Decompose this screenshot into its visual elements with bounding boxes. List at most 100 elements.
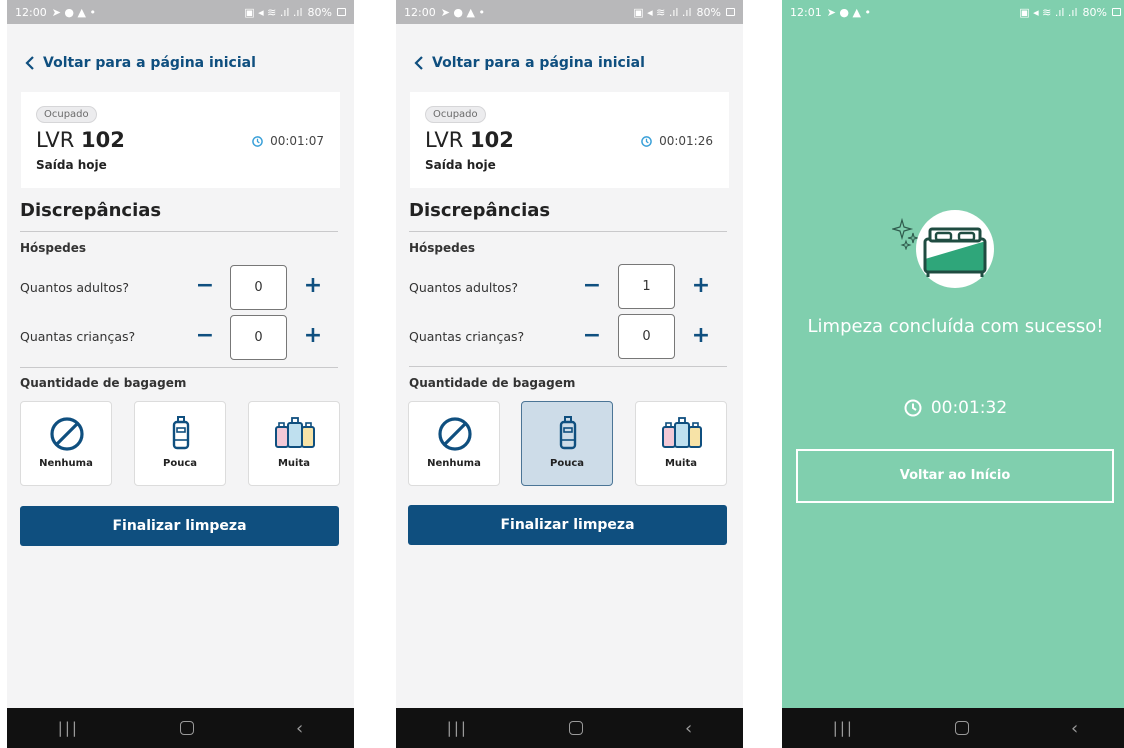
- system-back-button[interactable]: ‹: [1071, 718, 1078, 739]
- status-bar: 12:01 ➤ ● ▲ • ▣ ◂ ≋ .ıl .ıl 80%: [782, 0, 1124, 24]
- recent-apps-button[interactable]: |||: [58, 719, 79, 737]
- multiple-suitcases-icon: [662, 417, 702, 448]
- notification-icons: ➤ ● ▲ •: [440, 5, 485, 19]
- luggage-label: Quantidade de bagagem: [20, 376, 187, 390]
- timer-value: 00:01:26: [659, 134, 713, 148]
- notification-icons: ➤ ● ▲ •: [51, 5, 96, 19]
- room-card: Ocupado LVR 102 Saída hoje 00:01:07: [21, 92, 340, 188]
- prohibited-icon: [438, 417, 472, 451]
- battery-icon: [1112, 8, 1121, 16]
- adults-stepper-value[interactable]: 0: [230, 265, 287, 310]
- children-stepper-value[interactable]: 0: [230, 315, 287, 360]
- android-nav-bar: ||| ‹: [7, 708, 354, 748]
- timer: 00:01:26: [641, 134, 713, 148]
- notification-icons: ➤ ● ▲ •: [826, 5, 871, 19]
- divider: [409, 231, 727, 232]
- battery-icon: [337, 8, 346, 16]
- prohibited-icon: [50, 417, 84, 451]
- signal-icons: ▣ ◂ ≋ .ıl .ıl: [633, 5, 692, 19]
- luggage-option-label: Pouca: [550, 458, 584, 469]
- divider: [409, 366, 727, 367]
- system-back-button[interactable]: ‹: [685, 718, 692, 739]
- timer-value: 00:01:07: [270, 134, 324, 148]
- signal-icons: ▣ ◂ ≋ .ıl .ıl: [1019, 5, 1078, 19]
- home-button[interactable]: [955, 721, 970, 735]
- luggage-option-label: Nenhuma: [427, 458, 481, 469]
- android-nav-bar: ||| ‹: [396, 708, 743, 748]
- phone-screen-success: 12:01 ➤ ● ▲ • ▣ ◂ ≋ .ıl .ıl 80% Limpeza …: [782, 0, 1124, 748]
- status-bar: 12:00 ➤ ● ▲ • ▣ ◂ ≋ .ıl .ıl 80%: [396, 0, 743, 24]
- suitcase-icon: [172, 416, 190, 450]
- luggage-option-label: Pouca: [163, 458, 197, 469]
- adults-label: Quantos adultos?: [409, 280, 519, 295]
- adults-increment-button[interactable]: +: [303, 275, 323, 297]
- luggage-option-many[interactable]: Muita: [635, 401, 727, 486]
- status-bar: 12:00 ➤ ● ▲ • ▣ ◂ ≋ .ıl .ıl 80%: [7, 0, 354, 24]
- battery-percent: 80%: [696, 5, 721, 19]
- success-timer: 00:01:32: [782, 398, 1124, 418]
- battery-percent: 80%: [1082, 5, 1107, 19]
- adults-increment-button[interactable]: +: [691, 275, 711, 297]
- status-time: 12:01: [790, 5, 822, 19]
- luggage-option-none[interactable]: Nenhuma: [408, 401, 500, 486]
- chevron-left-icon: [25, 56, 34, 70]
- back-link-label: Voltar para a página inicial: [43, 55, 256, 71]
- luggage-label: Quantidade de bagagem: [409, 376, 576, 390]
- back-to-home-link[interactable]: Voltar para a página inicial: [25, 55, 256, 71]
- discrepancies-title: Discrepâncias: [20, 200, 162, 221]
- bed-icon: [923, 227, 987, 277]
- luggage-option-label: Muita: [277, 458, 311, 469]
- android-nav-bar: ||| ‹: [782, 708, 1124, 748]
- luggage-option-none[interactable]: Nenhuma: [20, 401, 112, 486]
- luggage-option-many[interactable]: Muita: [248, 401, 340, 486]
- adults-decrement-button[interactable]: −: [195, 275, 215, 297]
- children-decrement-button[interactable]: −: [582, 325, 602, 347]
- chevron-left-icon: [414, 56, 423, 70]
- timer-value: 00:01:32: [930, 398, 1008, 418]
- multiple-suitcases-icon: [275, 417, 315, 448]
- children-stepper-value[interactable]: 0: [618, 314, 675, 359]
- phone-screen-discrepancies-2: 12:00 ➤ ● ▲ • ▣ ◂ ≋ .ıl .ıl 80% Voltar p…: [396, 0, 743, 748]
- room-title: LVR 102: [425, 128, 514, 152]
- status-badge: Ocupado: [425, 106, 486, 123]
- room-card: Ocupado LVR 102 Saída hoje 00:01:26: [410, 92, 729, 188]
- adults-label: Quantos adultos?: [20, 280, 130, 295]
- status-badge: Ocupado: [36, 106, 97, 123]
- clock-icon: [641, 135, 652, 147]
- adults-decrement-button[interactable]: −: [582, 275, 602, 297]
- children-decrement-button[interactable]: −: [195, 325, 215, 347]
- back-link-label: Voltar para a página inicial: [432, 55, 645, 71]
- battery-percent: 80%: [307, 5, 332, 19]
- luggage-option-few[interactable]: Pouca: [134, 401, 226, 486]
- back-to-home-link[interactable]: Voltar para a página inicial: [414, 55, 645, 71]
- back-to-home-button[interactable]: Voltar ao Início: [796, 449, 1114, 503]
- children-increment-button[interactable]: +: [691, 325, 711, 347]
- guests-label: Hóspedes: [409, 241, 476, 255]
- adults-stepper-value[interactable]: 1: [618, 264, 675, 309]
- battery-icon: [726, 8, 735, 16]
- clock-icon: [252, 135, 263, 147]
- luggage-option-label: Muita: [664, 458, 698, 469]
- home-button[interactable]: [180, 721, 195, 735]
- finish-cleaning-button[interactable]: Finalizar limpeza: [408, 505, 727, 545]
- children-label: Quantas crianças?: [409, 329, 525, 344]
- suitcase-icon: [559, 416, 577, 450]
- status-time: 12:00: [15, 5, 47, 19]
- success-illustration: [916, 210, 994, 288]
- discrepancies-title: Discrepâncias: [409, 200, 551, 221]
- home-button[interactable]: [569, 721, 584, 735]
- finish-cleaning-button[interactable]: Finalizar limpeza: [20, 506, 339, 546]
- success-message: Limpeza concluída com sucesso!: [807, 316, 1104, 337]
- divider: [20, 231, 338, 232]
- children-increment-button[interactable]: +: [303, 325, 323, 347]
- system-back-button[interactable]: ‹: [296, 718, 303, 739]
- luggage-option-few-selected[interactable]: Pouca: [521, 401, 613, 486]
- room-subtitle: Saída hoje: [425, 158, 496, 172]
- recent-apps-button[interactable]: |||: [833, 719, 854, 737]
- guests-label: Hóspedes: [20, 241, 87, 255]
- timer: 00:01:07: [252, 134, 324, 148]
- room-subtitle: Saída hoje: [36, 158, 107, 172]
- recent-apps-button[interactable]: |||: [447, 719, 468, 737]
- luggage-option-label: Nenhuma: [39, 458, 93, 469]
- divider: [20, 367, 338, 368]
